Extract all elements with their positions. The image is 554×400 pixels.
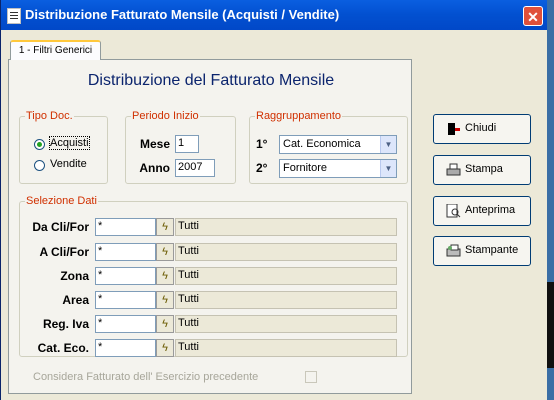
selezione-dati-legend: Selezione Dati <box>26 195 97 207</box>
raggruppamento-1-select[interactable]: Cat. Economica ▼ <box>279 135 397 154</box>
considera-label: Considera Fatturato dell' Esercizio prec… <box>33 371 259 383</box>
zona-input[interactable]: * <box>95 267 156 285</box>
reg-iva-label: Reg. Iva <box>42 317 89 331</box>
a-cli-for-input[interactable]: * <box>95 243 156 261</box>
a-cli-for-desc: Tutti <box>175 243 397 261</box>
lightning-icon[interactable]: ϟ <box>156 291 174 309</box>
mese-input[interactable]: 1 <box>175 135 199 153</box>
title-bar[interactable]: Distribuzione Fatturato Mensile (Acquist… <box>1 0 547 30</box>
zona-label: Zona <box>60 269 89 283</box>
page-title: Distribuzione del Fatturato Mensile <box>87 72 335 89</box>
cat-eco-input[interactable]: * <box>95 339 156 357</box>
anteprima-label: Anteprima <box>465 204 516 216</box>
area-desc: Tutti <box>175 291 397 309</box>
tab-filtri-generici[interactable]: 1 - Filtri Generici <box>10 40 101 60</box>
close-button[interactable]: ✕ <box>523 6 543 26</box>
chevron-down-icon[interactable]: ▼ <box>380 160 396 177</box>
close-icon: ✕ <box>527 9 539 25</box>
da-cli-for-input[interactable]: * <box>95 218 156 236</box>
mese-label: Mese <box>139 137 170 151</box>
dialog-window: Distribuzione Fatturato Mensile (Acquist… <box>0 0 548 400</box>
printer-icon <box>446 163 461 177</box>
selezione-dati-group: Selezione Dati Da Cli/For * ϟ Tutti A Cl… <box>19 195 408 357</box>
raggruppamento-2-select[interactable]: Fornitore ▼ <box>279 159 397 178</box>
form-icon <box>7 8 21 24</box>
lightning-icon[interactable]: ϟ <box>156 315 174 333</box>
raggruppamento-legend: Raggruppamento <box>256 110 342 122</box>
tab-panel: Distribuzione del Fatturato Mensile Tipo… <box>8 59 412 394</box>
tipo-doc-legend: Tipo Doc. <box>26 110 73 122</box>
da-cli-for-desc: Tutti <box>175 218 397 236</box>
radio-acquisti[interactable] <box>34 139 45 150</box>
lightning-icon[interactable]: ϟ <box>156 267 174 285</box>
raggruppamento-2-label: 2° <box>256 161 268 175</box>
print-preview-icon <box>446 203 461 218</box>
lightning-icon[interactable]: ϟ <box>156 243 174 261</box>
raggruppamento-2-value: Fornitore <box>283 162 328 174</box>
periodo-inizio-legend: Periodo Inizio <box>132 110 199 122</box>
radio-vendite-label[interactable]: Vendite <box>50 158 87 170</box>
stampa-button[interactable]: Stampa <box>433 155 531 185</box>
lightning-icon[interactable]: ϟ <box>156 339 174 357</box>
a-cli-for-label: A Cli/For <box>39 245 89 259</box>
tipo-doc-group: Tipo Doc. Acquisti Vendite <box>19 110 108 184</box>
anno-input[interactable]: 2007 <box>175 159 215 177</box>
anno-label: Anno <box>139 161 170 175</box>
reg-iva-input[interactable]: * <box>95 315 156 333</box>
reg-iva-desc: Tutti <box>175 315 397 333</box>
raggruppamento-group: Raggruppamento 1° Cat. Economica ▼ 2° Fo… <box>249 110 408 184</box>
area-label: Area <box>62 293 89 307</box>
chevron-down-icon[interactable]: ▼ <box>380 136 396 153</box>
raggruppamento-1-label: 1° <box>256 137 268 151</box>
cat-eco-label: Cat. Eco. <box>37 341 89 355</box>
radio-acquisti-label[interactable]: Acquisti <box>49 136 90 150</box>
stampante-button[interactable]: Stampante <box>433 236 531 266</box>
cat-eco-desc: Tutti <box>175 339 397 357</box>
lightning-icon[interactable]: ϟ <box>156 218 174 236</box>
printer-setup-icon <box>446 244 461 258</box>
chiudi-label: Chiudi <box>465 122 497 134</box>
da-cli-for-label: Da Cli/For <box>32 220 89 234</box>
periodo-inizio-group: Periodo Inizio Mese 1 Anno 2007 <box>125 110 236 184</box>
considera-checkbox[interactable] <box>305 371 317 383</box>
background-window-edge <box>547 282 554 368</box>
exit-door-icon <box>446 122 461 136</box>
zona-desc: Tutti <box>175 267 397 285</box>
window-title: Distribuzione Fatturato Mensile (Acquist… <box>25 7 340 22</box>
stampa-label: Stampa <box>465 163 503 175</box>
chiudi-button[interactable]: Chiudi <box>433 114 531 144</box>
anteprima-button[interactable]: Anteprima <box>433 196 531 226</box>
area-input[interactable]: * <box>95 291 156 309</box>
radio-vendite[interactable] <box>34 160 45 171</box>
raggruppamento-1-value: Cat. Economica <box>283 138 361 150</box>
stampante-label: Stampante <box>465 244 519 256</box>
